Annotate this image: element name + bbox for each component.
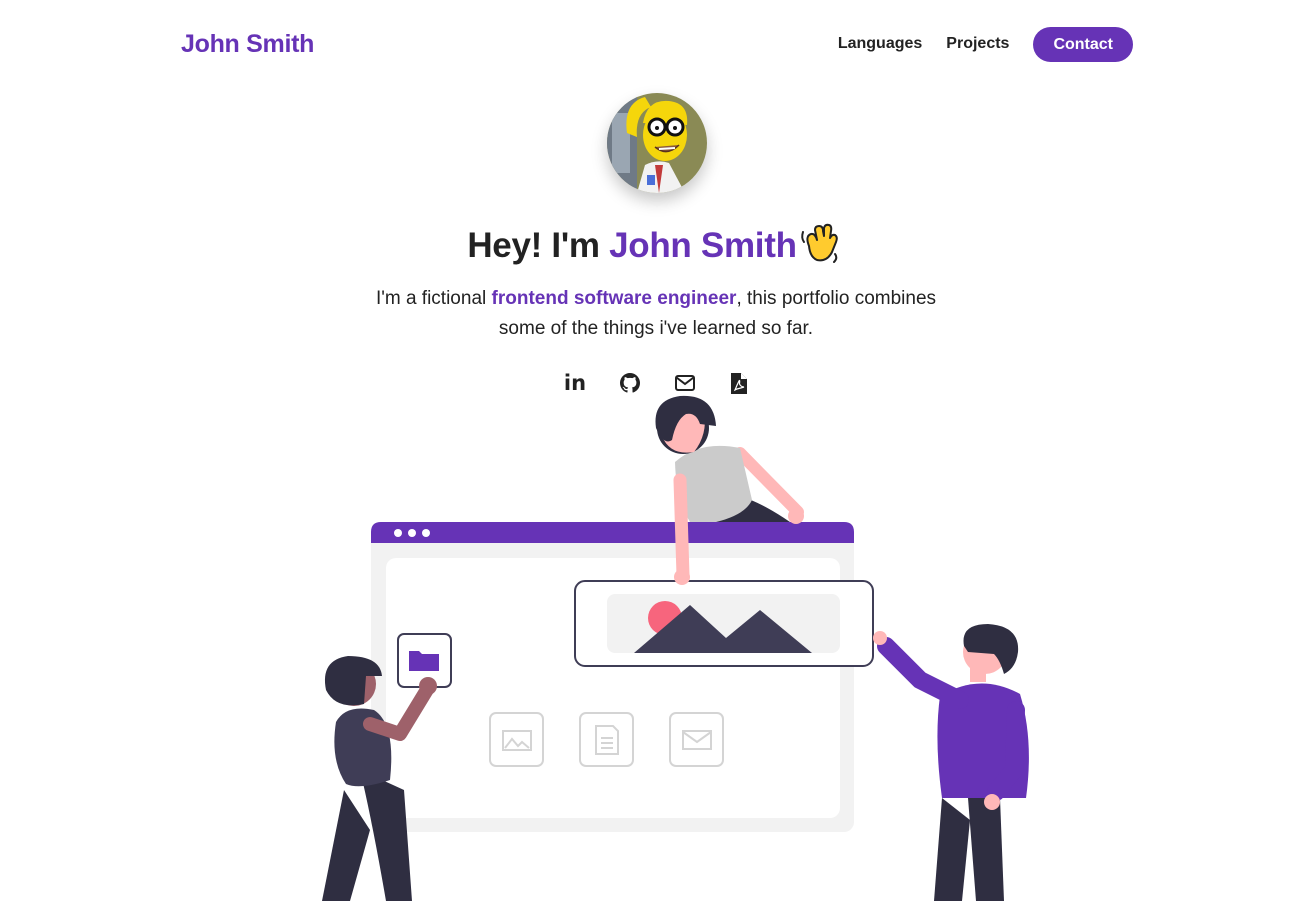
person-right-illustration xyxy=(873,624,1029,901)
hero-illustration xyxy=(322,395,1029,901)
portfolio-page: John Smith Languages Projects Contact He… xyxy=(0,0,1308,901)
image-card-illustration xyxy=(574,580,874,667)
